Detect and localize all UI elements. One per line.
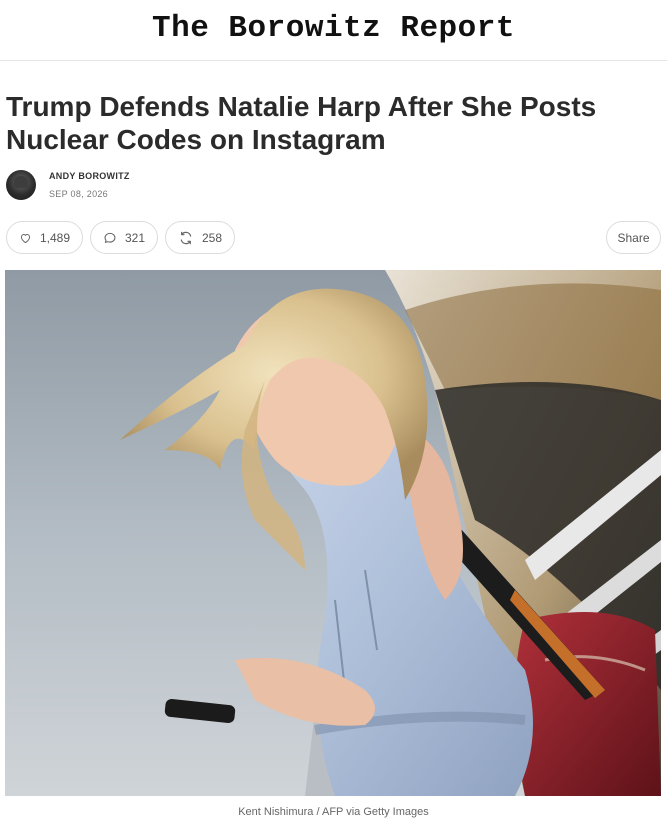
heart-icon xyxy=(20,233,31,243)
like-count: 1,489 xyxy=(39,230,70,245)
masthead: The Borowitz Report xyxy=(0,0,667,61)
byline: ANDY BOROWITZ SEP 08, 2026 xyxy=(6,170,130,200)
author-name[interactable]: ANDY BOROWITZ xyxy=(49,171,130,181)
publication-title[interactable]: The Borowitz Report xyxy=(152,11,515,46)
author-avatar[interactable] xyxy=(6,170,36,200)
comment-button[interactable]: 321 xyxy=(90,221,158,254)
share-button[interactable]: Share xyxy=(606,221,661,254)
hero-image[interactable] xyxy=(5,270,661,796)
comment-count: 321 xyxy=(124,230,145,245)
publish-date: SEP 08, 2026 xyxy=(49,189,108,199)
image-caption: Kent Nishimura / AFP via Getty Images xyxy=(238,806,429,818)
hero-photo-illustration xyxy=(5,270,661,796)
byline-text: ANDY BOROWITZ SEP 08, 2026 xyxy=(49,171,130,199)
article-page: The Borowitz Report Trump Defends Natali… xyxy=(0,0,667,824)
comment-bubble-icon xyxy=(104,232,116,243)
restack-arrows-icon xyxy=(180,231,192,244)
like-button[interactable]: 1,489 xyxy=(6,221,83,254)
article-headline: Trump Defends Natalie Harp After She Pos… xyxy=(6,91,597,155)
restack-button[interactable]: 258 xyxy=(165,221,235,254)
post-actions: 1,489 321 258 Share xyxy=(6,221,661,256)
restack-count: 258 xyxy=(201,230,222,245)
